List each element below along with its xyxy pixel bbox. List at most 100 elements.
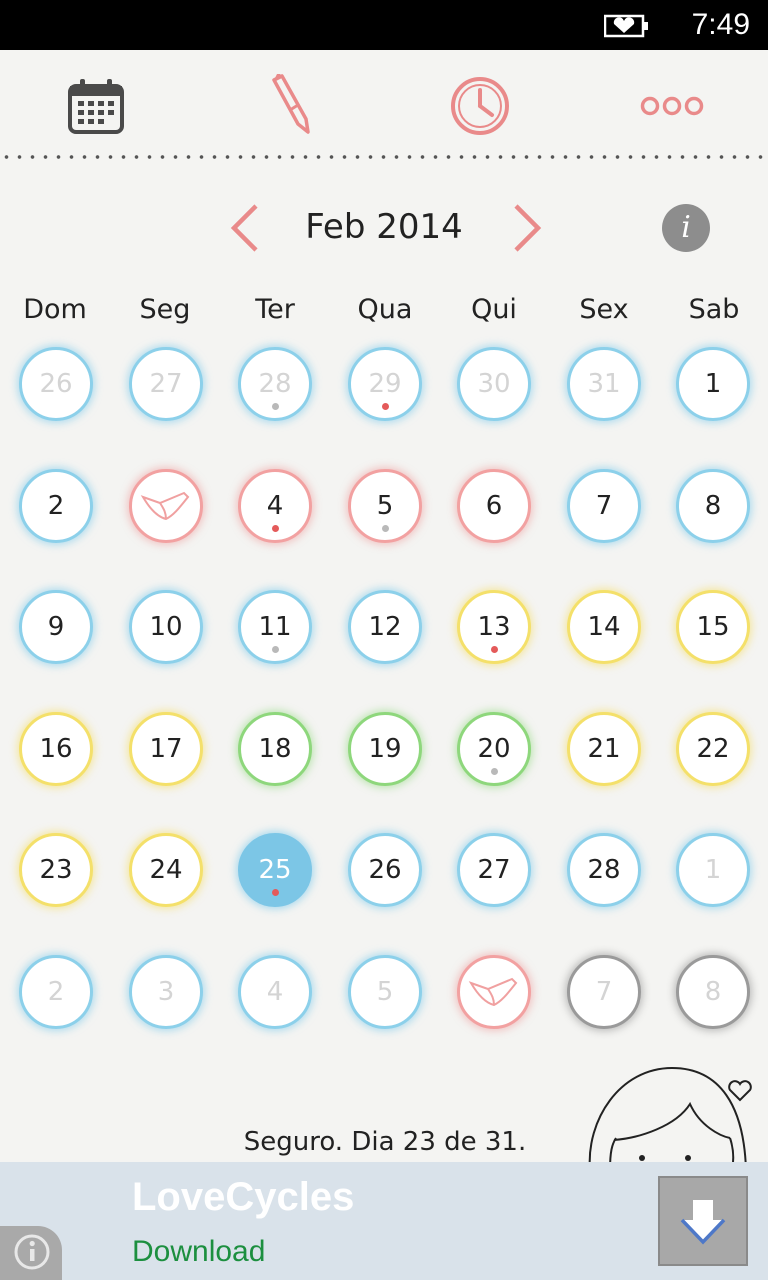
calendar-day[interactable]: 17 [129, 712, 203, 786]
day-number: 26 [39, 369, 73, 399]
underwear-icon [468, 977, 518, 1007]
day-number: 7 [595, 977, 613, 1007]
day-number: 28 [258, 369, 292, 399]
calendar-day[interactable]: 21 [567, 712, 641, 786]
day-marker-dot [271, 403, 279, 410]
day-number: 13 [477, 612, 511, 642]
heart-icon [728, 1080, 752, 1102]
calendar-day[interactable]: 27 [457, 833, 531, 907]
calendar-day[interactable]: 2 [19, 469, 93, 543]
calendar-day[interactable]: 9 [19, 590, 93, 664]
calendar-day[interactable]: 28 [238, 347, 312, 421]
day-number: 6 [485, 491, 503, 521]
calendar-day[interactable]: 7 [567, 469, 641, 543]
day-number: 26 [368, 855, 402, 885]
day-number: 21 [587, 734, 621, 764]
calendar-day[interactable]: 15 [676, 590, 750, 664]
day-number: 4 [266, 491, 284, 521]
calendar-day[interactable]: 10 [129, 590, 203, 664]
day-number: 10 [149, 612, 183, 642]
calendar-day[interactable]: 6 [457, 469, 531, 543]
day-number: 28 [587, 855, 621, 885]
girl-illustration [588, 1066, 752, 1170]
calendar-day[interactable]: 8 [676, 469, 750, 543]
calendar-day[interactable]: 19 [348, 712, 422, 786]
day-number: 20 [477, 734, 511, 764]
calendar-day[interactable]: 14 [567, 590, 641, 664]
day-number: 5 [376, 977, 394, 1007]
calendar-day[interactable]: 31 [567, 347, 641, 421]
calendar-day[interactable]: 5 [348, 955, 422, 1029]
calendar-day[interactable]: 5 [348, 469, 422, 543]
day-number: 18 [258, 734, 292, 764]
day-number: 31 [587, 369, 621, 399]
calendar-day[interactable]: 11 [238, 590, 312, 664]
day-number: 9 [47, 612, 65, 642]
calendar-day[interactable]: 1 [676, 347, 750, 421]
day-number: 15 [696, 612, 730, 642]
day-number: 27 [477, 855, 511, 885]
ad-download-link[interactable]: Download [132, 1232, 265, 1272]
calendar-day[interactable]: 4 [238, 469, 312, 543]
calendar-day[interactable]: 30 [457, 347, 531, 421]
day-number: 27 [149, 369, 183, 399]
day-number: 8 [704, 491, 722, 521]
day-marker-dot [271, 525, 279, 532]
day-number: 23 [39, 855, 73, 885]
calendar-day[interactable]: 24 [129, 833, 203, 907]
day-marker-dot [271, 646, 279, 653]
ad-info-button[interactable] [0, 1226, 62, 1280]
day-number: 19 [368, 734, 402, 764]
calendar-day[interactable]: 20 [457, 712, 531, 786]
day-number: 16 [39, 734, 73, 764]
calendar-day[interactable]: 7 [567, 955, 641, 1029]
calendar-day[interactable]: 22 [676, 712, 750, 786]
cycle-status-message: Seguro. Dia 23 de 31. [243, 1127, 527, 1157]
ad-download-button[interactable] [658, 1176, 748, 1266]
ad-banner[interactable]: LoveCycles Download [0, 1162, 768, 1280]
calendar-day[interactable]: 1 [676, 833, 750, 907]
calendar-day[interactable]: 12 [348, 590, 422, 664]
day-marker-dot [381, 525, 389, 532]
day-number: 22 [696, 734, 730, 764]
calendar-day[interactable]: 28 [567, 833, 641, 907]
calendar-day[interactable] [457, 955, 531, 1029]
day-number: 5 [376, 491, 394, 521]
calendar-day[interactable]: 29 [348, 347, 422, 421]
calendar-day[interactable]: 13 [457, 590, 531, 664]
day-number: 2 [47, 491, 65, 521]
day-number: 14 [587, 612, 621, 642]
calendar-day[interactable]: 8 [676, 955, 750, 1029]
day-marker-dot [381, 403, 389, 410]
calendar-day[interactable]: 4 [238, 955, 312, 1029]
day-number: 7 [595, 491, 613, 521]
info-icon [14, 1234, 50, 1270]
calendar-day[interactable]: 16 [19, 712, 93, 786]
day-marker-dot [271, 889, 279, 896]
day-number: 29 [368, 369, 402, 399]
day-number: 8 [704, 977, 722, 1007]
day-number: 1 [704, 855, 722, 885]
underwear-icon [140, 491, 190, 521]
day-number: 17 [149, 734, 183, 764]
day-number: 1 [704, 369, 722, 399]
day-number: 25 [258, 855, 292, 885]
calendar-day[interactable]: 2 [19, 955, 93, 1029]
day-number: 2 [47, 977, 65, 1007]
calendar-day[interactable]: 25 [238, 833, 312, 907]
ad-title[interactable]: LoveCycles [132, 1172, 354, 1222]
calendar-day[interactable]: 26 [19, 347, 93, 421]
calendar-day[interactable]: 27 [129, 347, 203, 421]
day-number: 12 [368, 612, 402, 642]
calendar-day[interactable]: 18 [238, 712, 312, 786]
calendar-day[interactable]: 26 [348, 833, 422, 907]
day-marker-dot [490, 768, 498, 775]
calendar-day[interactable]: 23 [19, 833, 93, 907]
day-number: 30 [477, 369, 511, 399]
calendar-day[interactable] [129, 469, 203, 543]
day-number: 11 [258, 612, 292, 642]
calendar-day[interactable]: 3 [129, 955, 203, 1029]
day-marker-dot [490, 646, 498, 653]
day-number: 24 [149, 855, 183, 885]
day-number: 3 [157, 977, 175, 1007]
